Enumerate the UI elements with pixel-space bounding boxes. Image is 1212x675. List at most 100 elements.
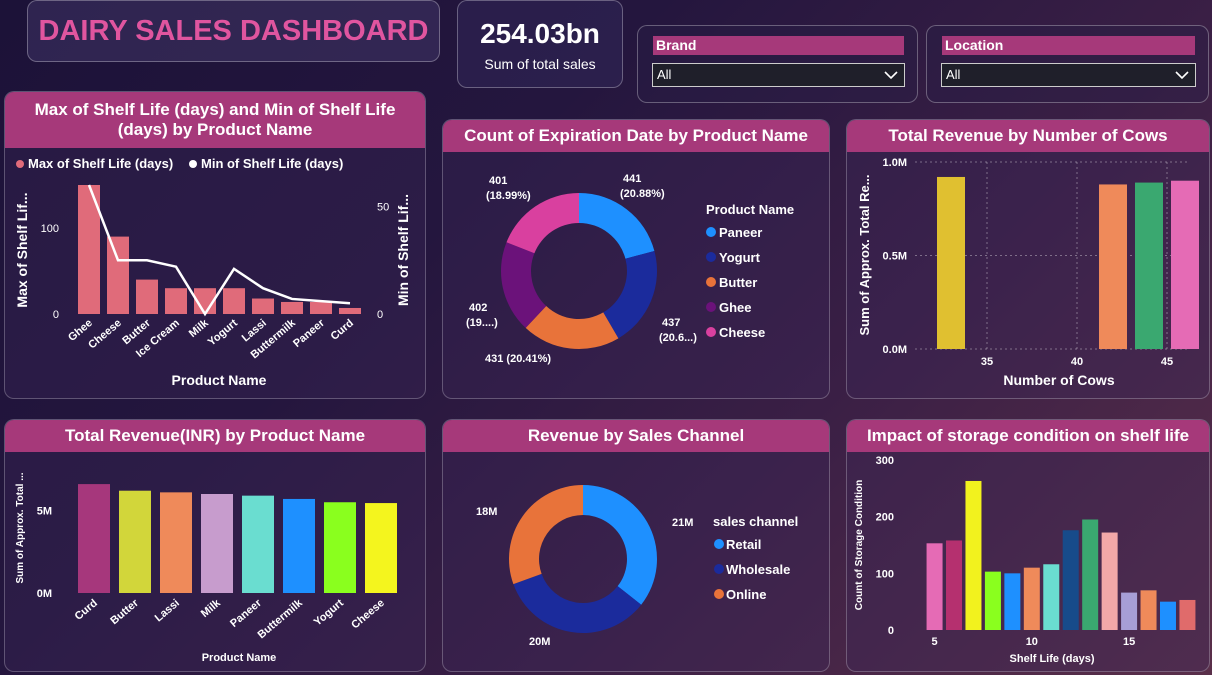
legend-label: Ghee <box>719 300 752 315</box>
x-tick-label: Paneer <box>228 597 264 630</box>
y-tick-label: 0M <box>37 588 52 600</box>
storage-chart: 0 100 200 300 5 10 15 Shelf Life (days) Count of… <box>854 455 1196 665</box>
data-label: 431 (20.41%) <box>485 353 551 365</box>
data-label: 401 <box>489 175 507 187</box>
y-tick-label: 100 <box>876 568 894 580</box>
legend-marker <box>714 539 724 549</box>
legend-label: Butter <box>719 275 757 290</box>
x-tick-label: Cheese <box>86 317 124 351</box>
bar <box>281 301 303 314</box>
revenue-product-chart-panel[interactable]: Total Revenue(INR) by Product Name 0M 5M C… <box>4 419 426 672</box>
legend-marker <box>706 302 716 312</box>
x-axis-label: Shelf Life (days) <box>1010 653 1095 665</box>
shelf-life-chart-panel[interactable]: Max of Shelf Life (days) and Min of Shel… <box>4 91 426 399</box>
data-label: 437 <box>662 317 680 329</box>
y2-tick-label: 50 <box>377 202 389 214</box>
bar <box>160 492 192 593</box>
location-dropdown[interactable]: All <box>941 63 1196 87</box>
legend-marker <box>706 327 716 337</box>
data-label: 441 <box>623 173 641 185</box>
y-tick-label: 100 <box>41 223 59 235</box>
x-tick-label: Cheese <box>349 597 387 631</box>
chevron-down-icon <box>1175 64 1189 93</box>
x-tick-label: 15 <box>1123 636 1135 648</box>
x-axis-label: Number of Cows <box>1003 372 1114 388</box>
expiration-chart-panel[interactable]: Count of Expiration Date by Product Name… <box>442 119 830 399</box>
bar <box>1023 567 1040 630</box>
x-tick-label: Paneer <box>291 317 327 350</box>
sales-channel-chart-panel[interactable]: Revenue by Sales Channel 21M 20M 18M sales … <box>442 419 830 672</box>
dashboard-title-card: DAIRY SALES DASHBOARD <box>27 0 440 62</box>
data-label-pct: (20.6...) <box>659 332 697 344</box>
brand-slicer: Brand All <box>637 25 918 103</box>
x-tick-label: 10 <box>1026 636 1038 648</box>
y-tick-label: 300 <box>876 455 894 467</box>
bar <box>1062 530 1079 630</box>
bar <box>1099 184 1127 349</box>
legend-marker <box>706 277 716 287</box>
x-tick-label: Curd <box>73 597 100 623</box>
legend-marker <box>714 564 724 574</box>
legend-label: Wholesale <box>726 562 790 577</box>
bar <box>1004 573 1021 630</box>
legend-title: Product Name <box>706 202 794 217</box>
bar <box>201 494 233 593</box>
brand-dropdown-value: All <box>657 67 672 82</box>
storage-chart-panel[interactable]: Impact of storage condition on shelf lif… <box>846 419 1210 672</box>
legend-label-min: Min of Shelf Life (days) <box>201 156 343 171</box>
bar <box>984 571 1001 630</box>
bar <box>223 288 245 314</box>
bar <box>1140 590 1157 630</box>
y-tick-label: 0.0M <box>883 344 907 356</box>
y-tick-label: 0 <box>53 309 59 321</box>
dashboard-title: DAIRY SALES DASHBOARD <box>38 14 429 47</box>
x-tick-label: 5 <box>931 636 937 648</box>
legend-marker-max <box>16 160 24 168</box>
x-tick-label: 40 <box>1071 356 1083 368</box>
y2-axis-label: Min of Shelf Lif... <box>395 194 411 306</box>
x-tick-label: Buttermilk <box>256 597 306 642</box>
x-tick-label: Curd <box>329 317 356 343</box>
bar <box>252 298 274 314</box>
y-tick-label: 0.5M <box>883 251 907 263</box>
x-tick-label: Yogurt <box>206 317 240 349</box>
legend-label: Cheese <box>719 325 765 340</box>
bar <box>283 498 315 593</box>
bar <box>242 495 274 593</box>
bar <box>107 236 129 314</box>
kpi-card[interactable]: 254.03bn Sum of total sales <box>457 0 623 88</box>
x-axis-label: Product Name <box>172 372 267 388</box>
cows-chart-panel[interactable]: Total Revenue by Number of Cows 0.0M 0.5M… <box>846 119 1210 399</box>
legend-label-max: Max of Shelf Life (days) <box>28 156 173 171</box>
data-label-pct: (18.99%) <box>486 190 531 202</box>
location-dropdown-value: All <box>946 67 961 82</box>
donut-slice <box>509 485 583 585</box>
sales-channel-chart: 21M 20M 18M sales channel Retail Wholesale Onl… <box>476 485 798 648</box>
bar <box>310 301 332 314</box>
bar <box>1101 532 1118 630</box>
donut-slice <box>603 251 657 339</box>
legend-title: sales channel <box>713 514 798 529</box>
cows-chart: 0.0M 0.5M 1.0M 35 40 45 Number of Cows Sum of A… <box>857 157 1199 388</box>
kpi-label: Sum of total sales <box>484 56 596 72</box>
data-label: 21M <box>672 517 693 529</box>
bar <box>324 502 356 593</box>
y-axis-label: Sum of Approx. Total Re... <box>857 174 872 335</box>
y-axis-label: Count of Storage Condition <box>854 480 865 611</box>
legend-label: Online <box>726 587 766 602</box>
brand-dropdown[interactable]: All <box>652 63 905 87</box>
x-axis-label: Product Name <box>202 652 277 664</box>
bar <box>78 484 110 593</box>
x-tick-label: Butter <box>108 597 141 627</box>
location-slicer-header: Location <box>942 36 1195 55</box>
legend-label: Retail <box>726 537 761 552</box>
bar <box>1179 599 1196 630</box>
x-tick-label: 35 <box>981 356 993 368</box>
bar <box>926 543 943 630</box>
data-label-pct: (20.88%) <box>620 188 665 200</box>
donut-slice <box>579 193 655 259</box>
kpi-value: 254.03bn <box>480 18 600 49</box>
data-label: 20M <box>529 636 550 648</box>
bar <box>965 480 982 630</box>
data-label: 402 <box>469 302 487 314</box>
